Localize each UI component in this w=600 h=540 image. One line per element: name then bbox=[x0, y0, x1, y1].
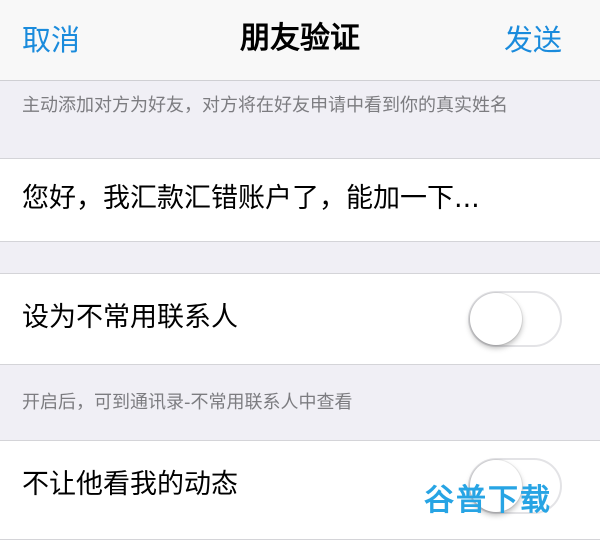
watermark-logo: 谷普下载 bbox=[424, 483, 552, 518]
navigation-bar: 取消 朋友验证 发送 bbox=[0, 0, 600, 81]
verification-message-text: 您好，我汇款汇错账户了，能加一下... bbox=[22, 183, 480, 214]
real-name-hint: 主动添加对方为好友，对方将在好友申请中看到你的真实姓名 bbox=[22, 95, 508, 116]
uncommon-contact-toggle[interactable] bbox=[468, 291, 562, 347]
send-button[interactable]: 发送 bbox=[504, 20, 562, 60]
uncommon-contact-label: 设为不常用联系人 bbox=[22, 302, 238, 333]
toggle-knob bbox=[470, 293, 522, 345]
uncommon-contact-hint: 开启后，可到通讯录-不常用联系人中查看 bbox=[22, 392, 353, 413]
hide-moments-label: 不让他看我的动态 bbox=[22, 469, 238, 500]
uncommon-contact-row: 设为不常用联系人 bbox=[0, 273, 600, 365]
verification-message-field[interactable]: 您好，我汇款汇错账户了，能加一下... bbox=[0, 158, 600, 242]
